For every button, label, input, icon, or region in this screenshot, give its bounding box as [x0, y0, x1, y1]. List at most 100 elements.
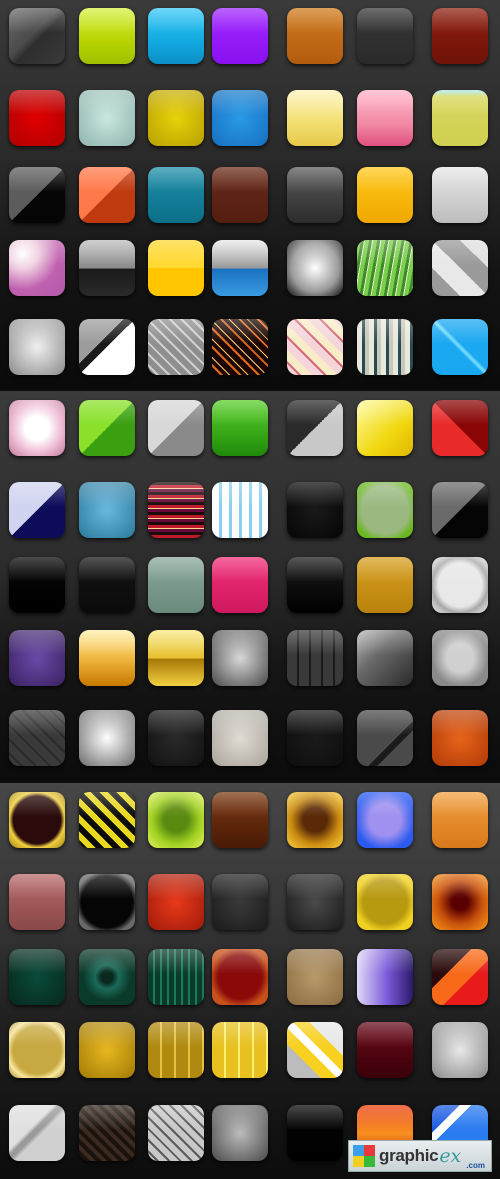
button-tile-olive-gold[interactable]	[357, 874, 413, 930]
button-tile-purple-haze[interactable]	[9, 630, 65, 686]
button-tile-green-mandala[interactable]	[79, 949, 135, 1005]
button-tile-mustard[interactable]	[357, 557, 413, 613]
button-tile-hot-pink[interactable]	[212, 557, 268, 613]
button-tile-green-plaid[interactable]	[148, 949, 204, 1005]
button-tile-gray-white-split[interactable]	[79, 319, 135, 375]
button-tile-tartan[interactable]	[357, 319, 413, 375]
button-tile-carbon-weave[interactable]	[79, 1105, 135, 1161]
button-tile-dark-gray-split[interactable]	[357, 710, 413, 766]
button-tile-gray-black-split[interactable]	[432, 482, 488, 538]
button-tile-yellow-split[interactable]	[148, 240, 204, 296]
button-tile-chrome-dark[interactable]	[287, 167, 343, 223]
button-tile-silver-gold-diamond[interactable]	[287, 1022, 343, 1078]
button-tile-green-dots[interactable]	[9, 949, 65, 1005]
button-tile-green-split[interactable]	[79, 400, 135, 456]
button-tile-gold-glitter[interactable]	[79, 1022, 135, 1078]
button-tile-glossy-cyan[interactable]	[148, 8, 204, 64]
button-tile-glossy-black[interactable]	[287, 557, 343, 613]
button-tile-silver-rivets[interactable]	[432, 1022, 488, 1078]
button-tile-orange-brown[interactable]	[287, 8, 343, 64]
button-tile-black-outlined[interactable]	[287, 1105, 343, 1161]
button-tile-dark-red-glitter[interactable]	[212, 949, 268, 1005]
button-tile-silver-blue[interactable]	[212, 240, 268, 296]
button-tile-silver-split[interactable]	[148, 400, 204, 456]
button-tile-dark-granite[interactable]	[212, 874, 268, 930]
button-tile-silver-crumple[interactable]	[9, 319, 65, 375]
button-tile-blue-lavender[interactable]	[357, 792, 413, 848]
button-tile-pink[interactable]	[357, 90, 413, 146]
button-tile-dark-red[interactable]	[432, 8, 488, 64]
button-tile-silver-stitched[interactable]	[9, 1105, 65, 1161]
button-tile-amber[interactable]	[357, 167, 413, 223]
button-tile-silver-diamond[interactable]	[432, 240, 488, 296]
button-tile-split-orange[interactable]	[79, 167, 135, 223]
button-tile-silver-droplets[interactable]	[212, 710, 268, 766]
button-tile-gold-grid-dark[interactable]	[148, 1022, 204, 1078]
button-tile-serape-stripes[interactable]	[148, 482, 204, 538]
button-tile-lemon[interactable]	[357, 400, 413, 456]
button-tile-near-black[interactable]	[79, 557, 135, 613]
button-tile-gold-glitter[interactable]	[148, 90, 204, 146]
button-tile-green[interactable]	[212, 400, 268, 456]
button-tile-lavender-violet[interactable]	[357, 949, 413, 1005]
button-tile-black-texture[interactable]	[148, 710, 204, 766]
button-tile-chrome-blob[interactable]	[79, 710, 135, 766]
button-tile-bevel-gray[interactable]	[9, 8, 65, 64]
button-tile-silver-black-gradient[interactable]	[79, 240, 135, 296]
button-tile-purple-white-glow[interactable]	[9, 240, 65, 296]
button-tile-gold-grid-bright[interactable]	[212, 1022, 268, 1078]
button-tile-hazard-stripes[interactable]	[79, 792, 135, 848]
button-tile-teal[interactable]	[148, 167, 204, 223]
button-tile-orange-mesh[interactable]	[432, 710, 488, 766]
button-tile-gray-damask[interactable]	[287, 874, 343, 930]
button-tile-silver-perforated[interactable]	[432, 630, 488, 686]
button-tile-mint-glitter[interactable]	[79, 90, 135, 146]
button-tile-blue-glitter[interactable]	[212, 90, 268, 146]
button-tile-dusty-rose[interactable]	[9, 874, 65, 930]
button-tile-gold-tunnel[interactable]	[287, 792, 343, 848]
button-tile-olive-yellow[interactable]	[432, 90, 488, 146]
button-tile-black-carbon[interactable]	[287, 482, 343, 538]
button-tile-orange-funnel[interactable]	[432, 874, 488, 930]
button-tile-maroon[interactable]	[357, 1022, 413, 1078]
button-tile-olive-green-framed[interactable]	[357, 482, 413, 538]
button-tile-split-gray-black[interactable]	[9, 167, 65, 223]
button-tile-blue-rock[interactable]	[79, 482, 135, 538]
button-tile-diamond-plate[interactable]	[148, 319, 204, 375]
button-tile-neon-plaid[interactable]	[212, 319, 268, 375]
button-tile-orange[interactable]	[432, 792, 488, 848]
button-tile-pale-yellow[interactable]	[287, 90, 343, 146]
button-tile-white-speckle[interactable]	[287, 240, 343, 296]
button-tile-dark-silver-split[interactable]	[287, 400, 343, 456]
button-tile-light-blue-plaid[interactable]	[212, 482, 268, 538]
button-tile-navy-lavender[interactable]	[9, 482, 65, 538]
button-tile-black-striped-border[interactable]	[79, 874, 135, 930]
button-tile-lime-tunnel[interactable]	[148, 792, 204, 848]
button-tile-cyan-x[interactable]	[432, 319, 488, 375]
button-tile-pink-gem[interactable]	[9, 400, 65, 456]
button-tile-glossy-lime[interactable]	[79, 8, 135, 64]
button-tile-red-circles[interactable]	[148, 874, 204, 930]
button-tile-dark-mesh[interactable]	[357, 630, 413, 686]
button-tile-silver-frame[interactable]	[432, 557, 488, 613]
button-tile-sand[interactable]	[287, 949, 343, 1005]
button-tile-stone-relief[interactable]	[212, 630, 268, 686]
button-tile-chrome-light[interactable]	[432, 167, 488, 223]
button-tile-gold-split[interactable]	[148, 630, 204, 686]
button-tile-dark-stripes[interactable]	[9, 710, 65, 766]
button-tile-gold-frame-dark[interactable]	[9, 792, 65, 848]
button-tile-silver-plaid[interactable]	[148, 1105, 204, 1161]
button-tile-cracked-stone[interactable]	[212, 1105, 268, 1161]
button-tile-dark-charcoal[interactable]	[357, 8, 413, 64]
button-tile-green-bark[interactable]	[357, 240, 413, 296]
button-tile-orange-red-black[interactable]	[432, 949, 488, 1005]
button-tile-gold-gradient[interactable]	[79, 630, 135, 686]
button-tile-purple[interactable]	[212, 8, 268, 64]
button-tile-brown[interactable]	[212, 167, 268, 223]
button-tile-black[interactable]	[9, 557, 65, 613]
button-tile-dark-tiles[interactable]	[287, 630, 343, 686]
button-tile-gold-plate[interactable]	[9, 1022, 65, 1078]
button-tile-pink-plaid[interactable]	[287, 319, 343, 375]
button-tile-brown-glossy[interactable]	[212, 792, 268, 848]
button-tile-dark-dots[interactable]	[287, 710, 343, 766]
